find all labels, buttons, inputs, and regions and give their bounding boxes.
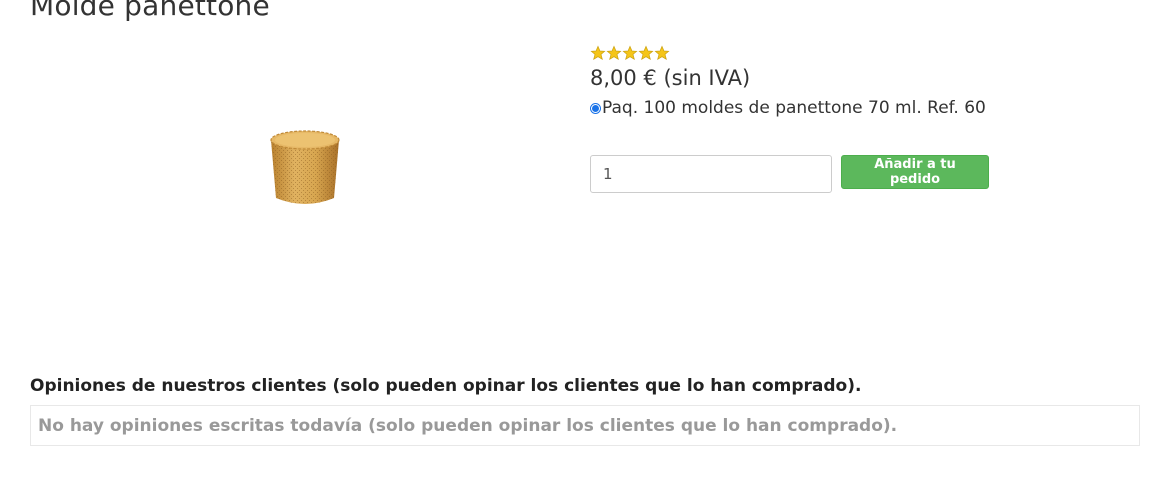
- product-page: Molde panettone 8,00 € (sin IVA) Paq. 10…: [0, 0, 1164, 500]
- star-icon: [654, 45, 670, 61]
- add-to-order-button[interactable]: Añadir a tu pedido: [841, 155, 989, 189]
- star-icon: [622, 45, 638, 61]
- page-title: Molde panettone: [30, 0, 270, 22]
- panettone-mold-image: [270, 130, 340, 204]
- order-form: Añadir a tu pedido: [590, 155, 989, 193]
- star-icon: [606, 45, 622, 61]
- product-price: 8,00 € (sin IVA): [590, 66, 751, 90]
- variant-radio[interactable]: [590, 102, 601, 114]
- radio-selected-dot: [592, 104, 599, 112]
- variant-option[interactable]: Paq. 100 moldes de panettone 70 ml. Ref.…: [590, 96, 1150, 120]
- reviews-empty-message: No hay opiniones escritas todavía (solo …: [38, 415, 898, 436]
- product-image[interactable]: [200, 110, 410, 220]
- reviews-heading: Opiniones de nuestros clientes (solo pue…: [30, 376, 862, 396]
- rating-stars: [590, 45, 1150, 63]
- reviews-empty-box: No hay opiniones escritas todavía (solo …: [30, 405, 1140, 446]
- variant-label: Paq. 100 moldes de panettone 70 ml. Ref.…: [602, 98, 986, 118]
- star-icon: [638, 45, 654, 61]
- star-icon: [590, 45, 606, 61]
- quantity-input[interactable]: [590, 155, 832, 193]
- product-info: 8,00 € (sin IVA) Paq. 100 moldes de pane…: [590, 45, 1150, 120]
